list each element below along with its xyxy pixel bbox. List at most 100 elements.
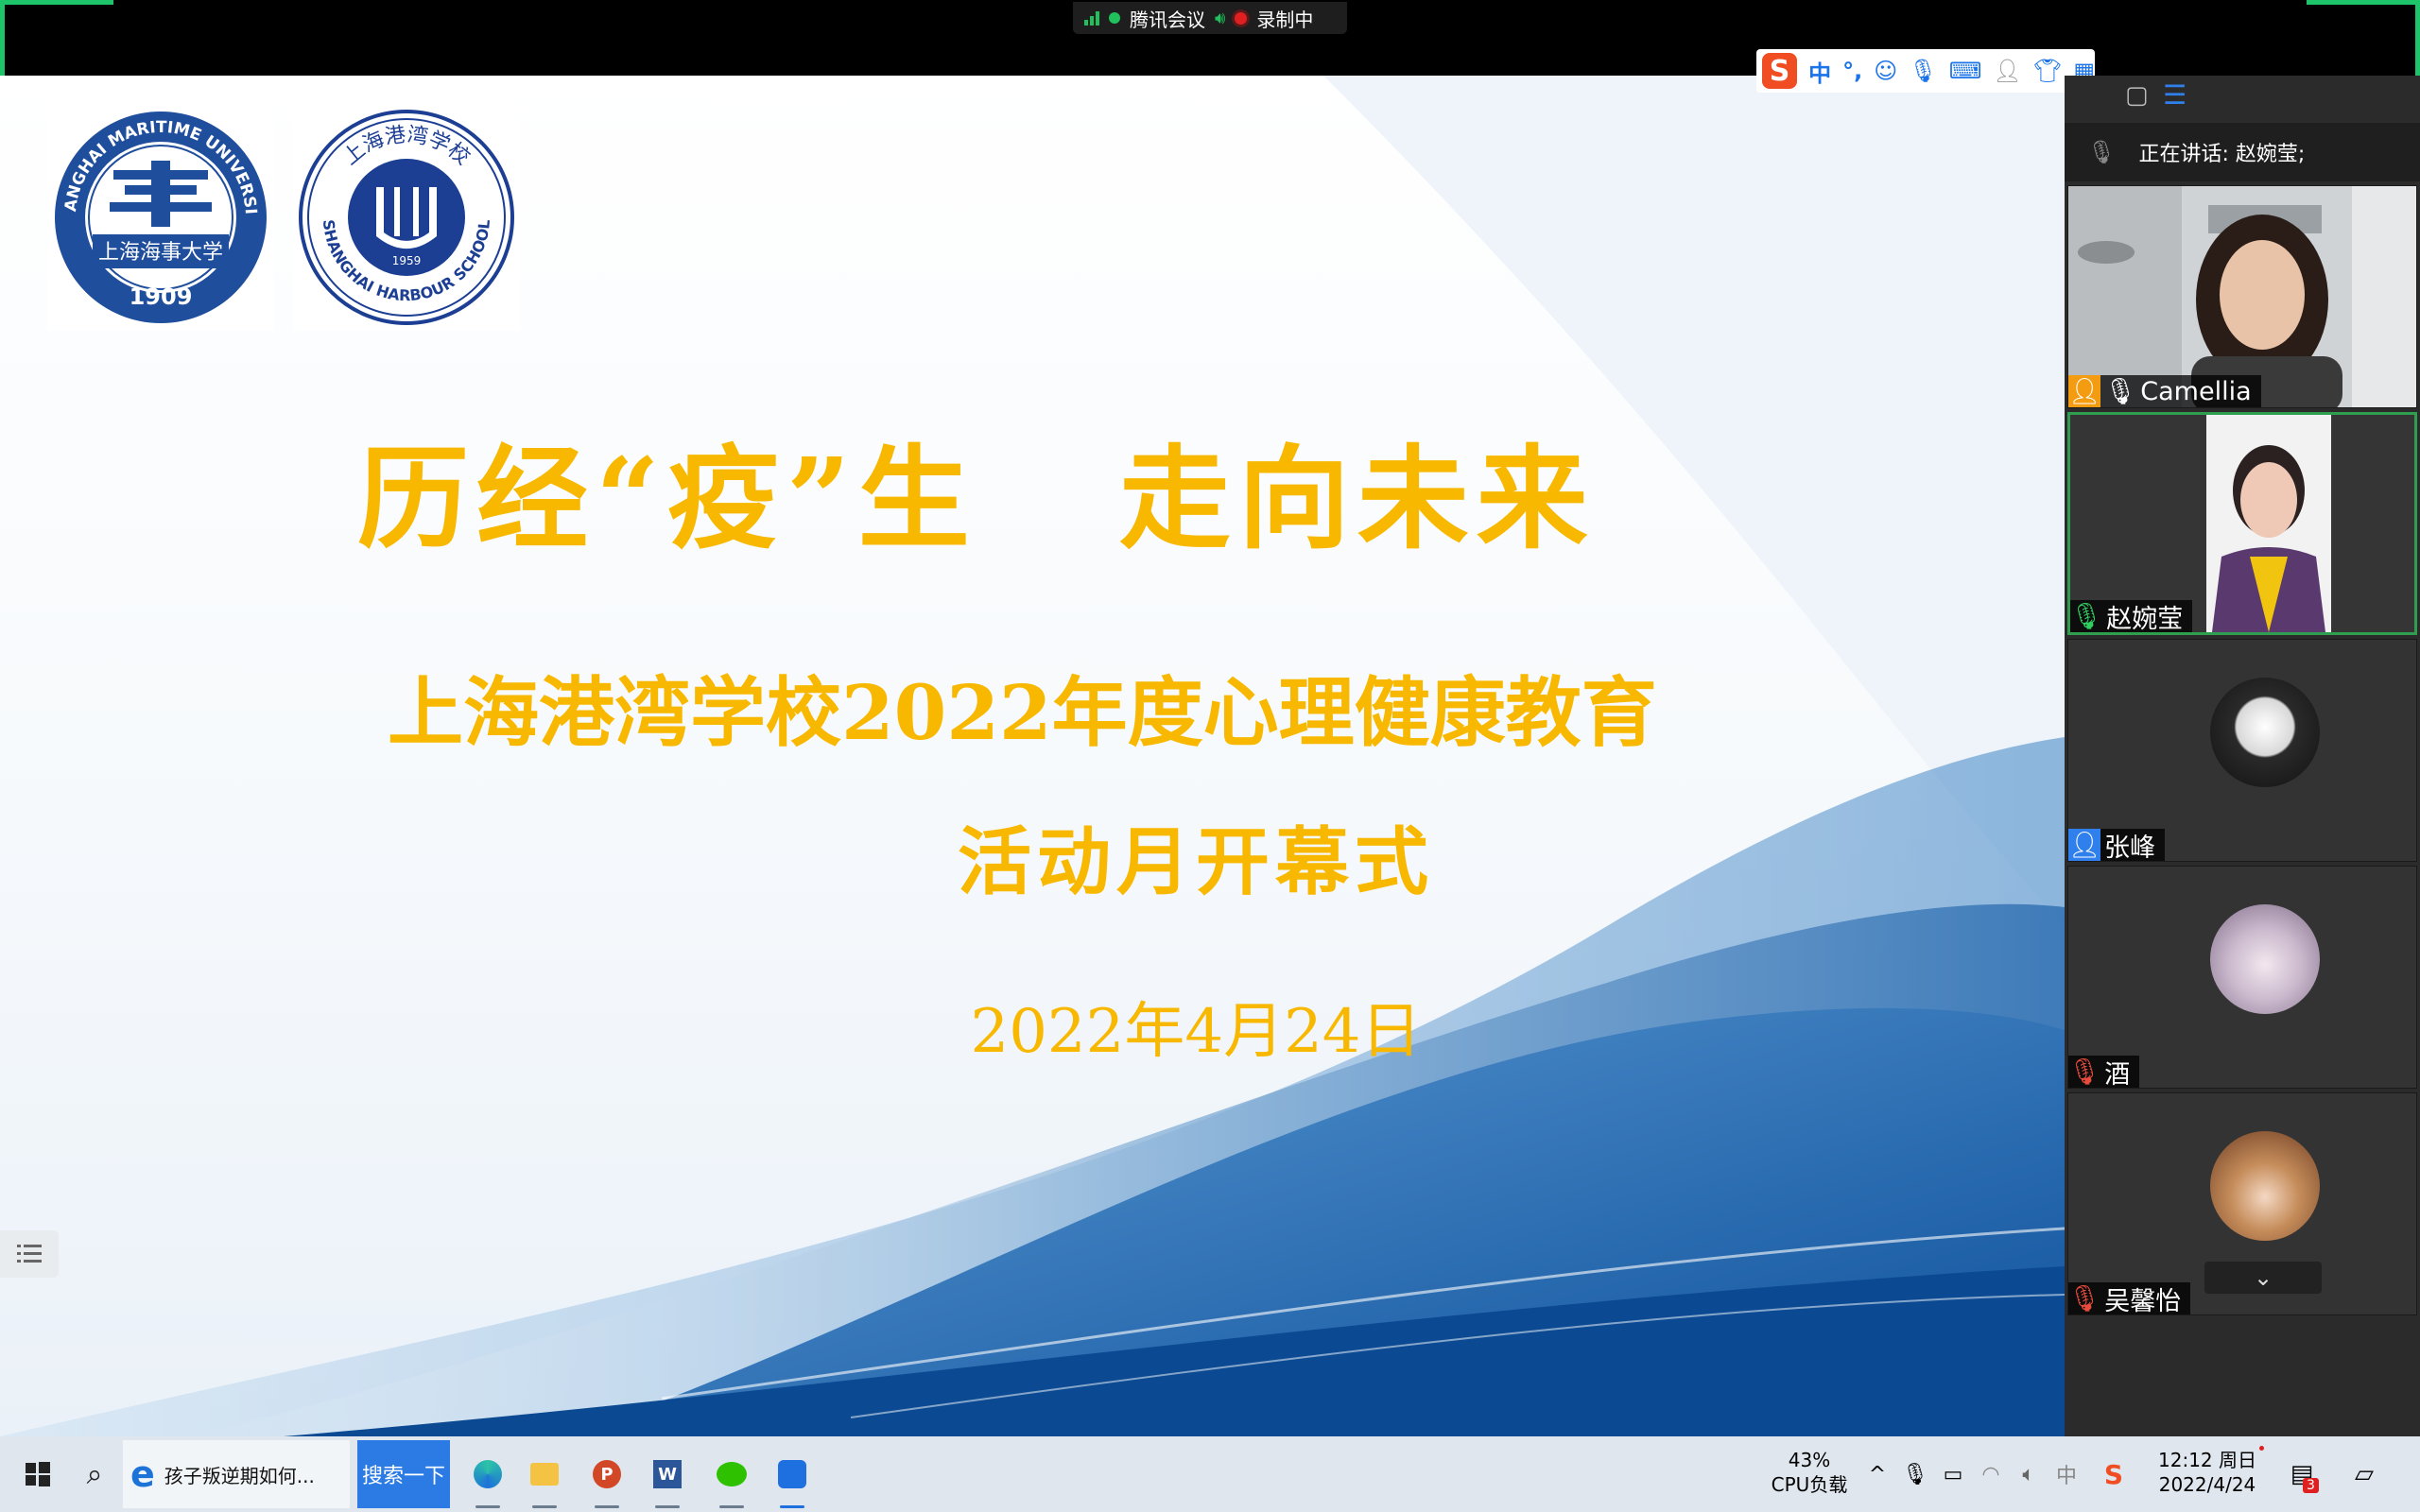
tencent-meeting-icon [778, 1460, 806, 1488]
chat-bubble-icon: ▱ [2355, 1460, 2374, 1488]
speaker-icon: 🔊︎ [1215, 8, 1226, 28]
red-dot [2259, 1446, 2264, 1451]
recording-label: 录制中 [1256, 8, 1314, 31]
folder-icon [530, 1463, 559, 1486]
cpu-load-indicator[interactable]: 43% CPU负载 [1760, 1448, 1858, 1497]
participant-tile[interactable]: 👤︎ 张峰 [2067, 639, 2417, 862]
taskbar-app-word[interactable]: W [639, 1436, 696, 1512]
speaking-indicator: 🎙︎ 正在讲话: 赵婉莹; [2065, 123, 2420, 181]
participant-avatar [2210, 904, 2320, 1014]
powerpoint-icon: P [593, 1460, 621, 1488]
battery-icon: ▭ [1943, 1462, 1963, 1486]
participant-name-tag: 👤︎ 张峰 [2068, 829, 2165, 861]
participant-tile[interactable]: 🎙︎ 酒 [2067, 866, 2417, 1089]
sogou-logo-icon: S [1762, 53, 1798, 89]
browser-tab-title: 孩子叛逆期如何... [164, 1464, 315, 1487]
ime-punctuation[interactable]: °, [1842, 58, 1862, 84]
taskbar-app-wechat[interactable] [703, 1436, 760, 1512]
search-button[interactable]: ⌕ [66, 1436, 123, 1512]
participant-name-tag: 🎙︎ 酒 [2068, 1056, 2140, 1089]
taskbar-app-edge[interactable] [459, 1436, 516, 1512]
microphone-muted-icon: 🎙︎ [2068, 1284, 2101, 1314]
signal-icon [1084, 10, 1099, 26]
cpu-label: CPU负载 [1771, 1473, 1848, 1496]
taskbar-app-tencent-meeting[interactable] [764, 1436, 821, 1512]
participant-avatar [2210, 1131, 2320, 1241]
microphone-active-icon: 🎙︎ [2070, 602, 2103, 631]
edge-icon [474, 1460, 502, 1488]
ime-mode[interactable]: 中 [1808, 55, 1831, 88]
skin-icon[interactable]: 👕︎ [2033, 58, 2062, 84]
windows-taskbar: ⌕ e 孩子叛逆期如何... 搜索一下 P W 43% CPU负载 ^ 🎙︎ ▭… [0, 1436, 2420, 1512]
speaking-text: 正在讲话: 赵婉莹; [2138, 143, 2306, 166]
wifi-icon: ◠ [1981, 1462, 2000, 1486]
action-center-button[interactable]: ▱ [2341, 1436, 2388, 1512]
participant-tile[interactable]: ⌄ 🎙︎ 吴馨怡 [2067, 1092, 2417, 1315]
search-icon: ⌕ [86, 1457, 103, 1491]
tray-overflow-button[interactable]: ^ [1858, 1436, 1896, 1512]
participant-avatar [2210, 678, 2320, 787]
connection-dot-icon [1109, 12, 1120, 24]
share-frame-corner [2307, 0, 2420, 5]
slide-title: 历经“疫”生 走向未来 [357, 408, 2040, 570]
taskbar-app-powerpoint[interactable]: P [579, 1436, 635, 1512]
user-icon: 👤︎ [2067, 829, 2101, 861]
presentation-slide: SHANGHAI MARITIME UNIVERSITY 上海海事大学 1909… [0, 76, 2065, 1436]
slide-subtitle-line2: 活动月开幕式 [957, 819, 1434, 905]
panel-toolbar: ▢ ☰ [2065, 76, 2420, 117]
recording-icon [1235, 11, 1248, 25]
maritime-university-logo: SHANGHAI MARITIME UNIVERSITY 上海海事大学 1909 [41, 90, 274, 331]
participant-name: 张峰 [2104, 833, 2155, 862]
emoji-icon[interactable]: ☺ [1874, 58, 1897, 84]
notification-center-button[interactable]: ▤ 3 [2278, 1436, 2325, 1512]
ime-indicator: 中 [2055, 1465, 2077, 1488]
window-icon[interactable]: ▢ [2125, 81, 2149, 110]
microphone-icon: 🎙︎ [2104, 377, 2137, 406]
participant-tile-active[interactable]: 🎙︎ 赵婉莹 [2067, 412, 2417, 635]
browser-icon: e [130, 1453, 155, 1495]
tray-ime[interactable]: 中 [2048, 1436, 2085, 1512]
user-icon[interactable]: 👤︎ [1993, 58, 2021, 84]
participant-name: Camellia [2140, 376, 2252, 406]
meeting-app-name: 腾讯会议 [1130, 8, 1205, 31]
browser-tab-button[interactable]: e 孩子叛逆期如何... [123, 1440, 350, 1508]
clock-time: 12:12 周日 [2158, 1449, 2256, 1471]
tray-volume[interactable]: 🔈︎ [2010, 1436, 2048, 1512]
ime-toolbar[interactable]: S 中 °, ☺ 🎙︎ ⌨ 👤︎ 👕︎ ▦ [1756, 49, 2095, 93]
slide-subtitle-line1: 上海港湾学校2022年度心理健康教育 [388, 668, 1657, 757]
scroll-down-button[interactable]: ⌄ [2204, 1262, 2322, 1294]
start-button[interactable] [9, 1436, 66, 1512]
participant-name: 酒 [2104, 1059, 2131, 1089]
participant-name-tag: 👤︎ 🎙︎ Camellia [2068, 375, 2261, 407]
participant-tile[interactable]: 👤︎ 🎙︎ Camellia [2067, 185, 2417, 408]
sogou-icon: S [2103, 1458, 2124, 1490]
volume-icon: 🔈︎ [2022, 1462, 2035, 1486]
list-icon [17, 1245, 42, 1263]
participant-name: 赵婉莹 [2106, 604, 2184, 634]
search-once-button[interactable]: 搜索一下 [357, 1440, 450, 1508]
microphone-muted-icon: 🎙︎ [2068, 1057, 2101, 1087]
clock-date: 2022/4/24 [2158, 1473, 2256, 1496]
tray-sogou[interactable]: S [2093, 1436, 2135, 1512]
share-frame-corner [0, 0, 113, 5]
slide-date: 2022年4月24日 [970, 997, 1422, 1067]
slide-title-part1: 历经“疫”生 [357, 433, 977, 564]
clock[interactable]: 12:12 周日 2022/4/24 [2146, 1448, 2269, 1497]
participant-name-tag: 🎙︎ 赵婉莹 [2070, 600, 2193, 634]
keyboard-icon[interactable]: ⌨ [1949, 58, 1982, 84]
svg-text:1909: 1909 [130, 284, 193, 310]
svg-text:1959: 1959 [392, 254, 422, 267]
meeting-status-pill[interactable]: 腾讯会议 🔊︎ 录制中 [1073, 2, 1347, 34]
participant-name: 吴馨怡 [2104, 1286, 2182, 1315]
user-icon: 👤︎ [2067, 375, 2101, 407]
gallery-view-icon[interactable]: ☰ [2163, 79, 2187, 111]
tray-battery[interactable]: ▭ [1934, 1436, 1972, 1512]
wechat-icon [717, 1462, 747, 1486]
microphone-icon[interactable]: 🎙︎ [1909, 58, 1937, 84]
tray-microphone[interactable]: 🎙︎ [1896, 1436, 1934, 1512]
slide-title-part2: 走向未来 [1118, 433, 1596, 564]
microphone-icon: 🎙︎ [2087, 139, 2117, 165]
tray-wifi[interactable]: ◠ [1972, 1436, 2010, 1512]
taskbar-app-explorer[interactable] [516, 1436, 573, 1512]
slide-outline-button[interactable] [0, 1230, 59, 1278]
